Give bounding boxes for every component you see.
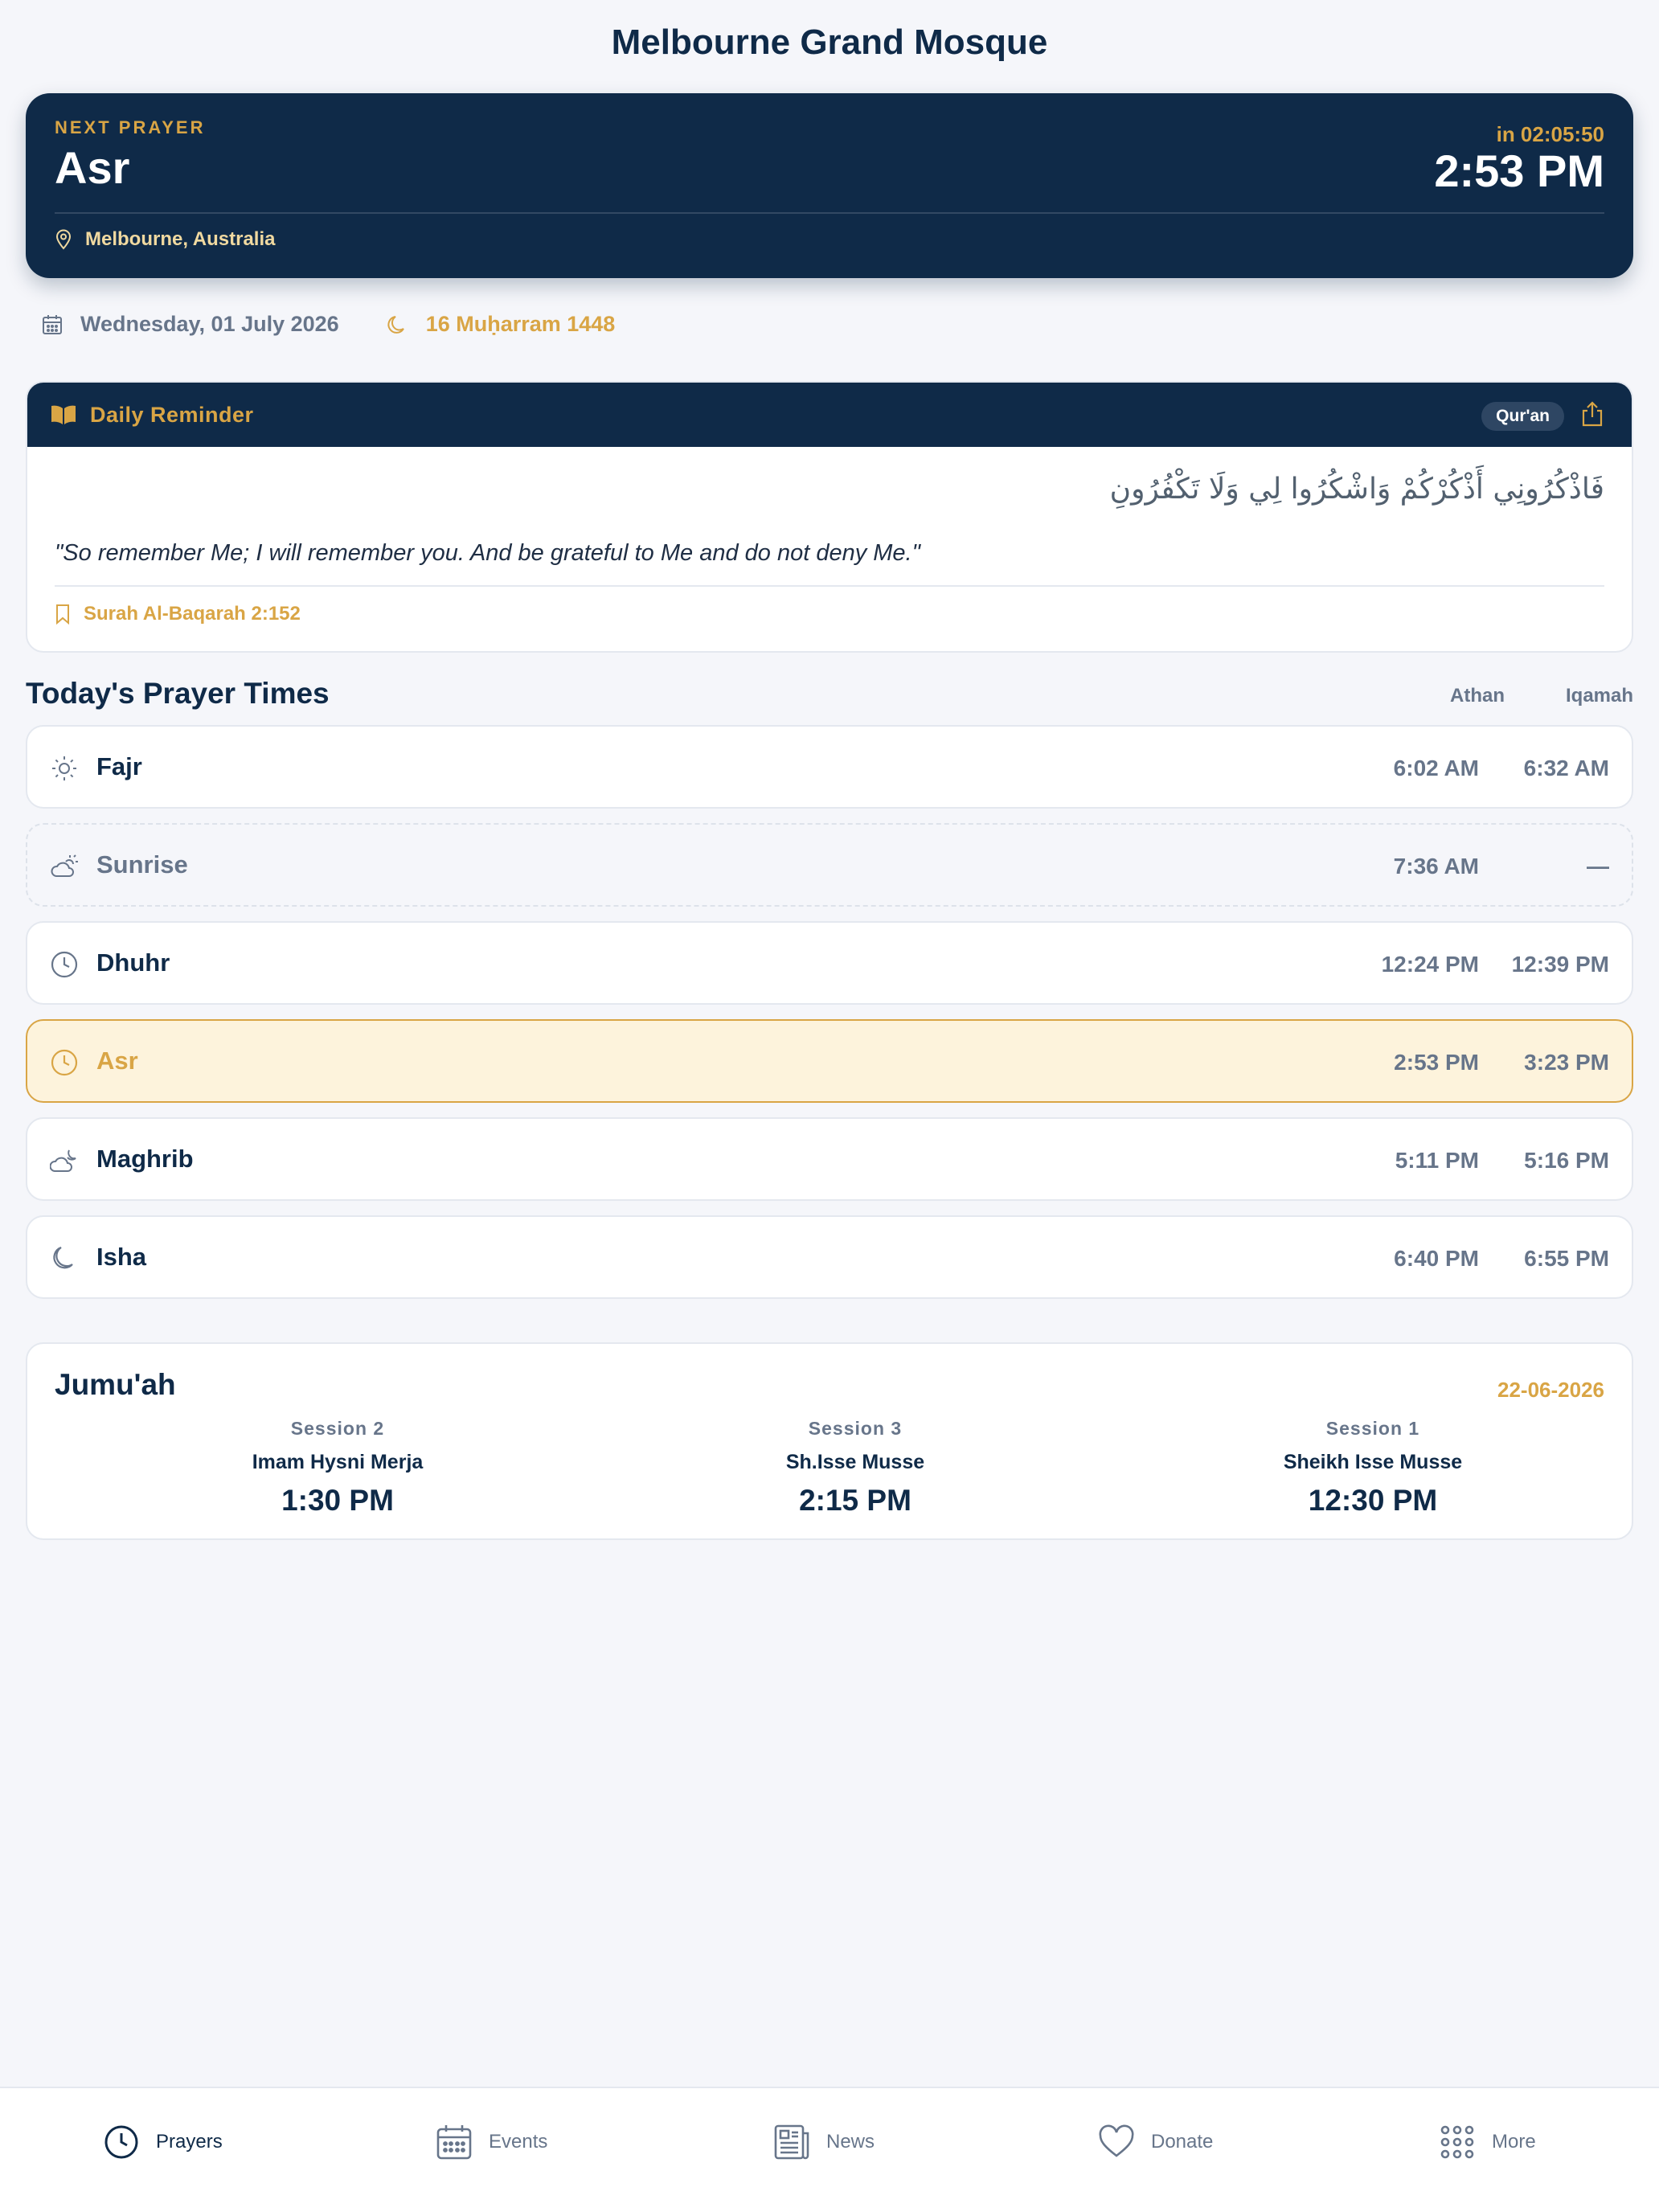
daily-reminder-card: Daily Reminder Qur'an فَاذْكُرُونِي أَذْ…	[26, 381, 1633, 653]
heart-icon	[1099, 2124, 1134, 2157]
prayer-name: Dhuhr	[96, 948, 170, 977]
next-prayer-time: 2:53 PM	[1434, 145, 1604, 196]
next-prayer-label: NEXT PRAYER	[55, 117, 206, 137]
prayer-name: Sunrise	[96, 850, 188, 879]
iqamah-column-header: Iqamah	[1566, 685, 1634, 707]
calendar-icon	[436, 2125, 472, 2160]
open-book-icon	[51, 405, 76, 424]
athan-time: 7:36 AM	[1393, 854, 1479, 879]
tab-news[interactable]: News	[773, 2124, 875, 2161]
jumuah-date: 22-06-2026	[1497, 1378, 1604, 1402]
reminder-header: Daily Reminder Qur'an	[27, 383, 1632, 447]
session-imam: Imam Hysni Merja	[252, 1451, 424, 1473]
mosque-title: Melbourne Grand Mosque	[611, 23, 1048, 62]
tab-label: Donate	[1151, 2131, 1214, 2153]
jumuah-session: Session 2 Imam Hysni Merja 1:30 PM	[137, 1418, 539, 1518]
iqamah-time: 6:32 AM	[1523, 756, 1609, 780]
tab-label: Events	[489, 2131, 548, 2153]
moon-icon	[387, 315, 404, 334]
iqamah-time: 3:23 PM	[1524, 1050, 1609, 1075]
reminder-arabic-text: فَاذْكُرُونِي أَذْكُرْكُمْ وَاشْكُرُوا ل…	[1109, 473, 1604, 506]
tab-events[interactable]: Events	[436, 2124, 547, 2161]
bottom-tab-bar: Prayers Events News Donate More	[0, 2087, 1659, 2212]
tab-donate[interactable]: Donate	[1098, 2124, 1213, 2161]
cloud-moon-icon	[50, 1149, 76, 1172]
prayer-name: Fajr	[96, 752, 142, 780]
session-time: 2:15 PM	[799, 1484, 911, 1517]
prayer-row-fajr[interactable]: Fajr 6:02 AM 6:32 AM	[26, 725, 1633, 809]
iqamah-time: 12:39 PM	[1511, 952, 1609, 977]
session-time: 12:30 PM	[1308, 1484, 1438, 1517]
tab-prayers[interactable]: Prayers	[103, 2124, 223, 2161]
session-time: 1:30 PM	[281, 1484, 394, 1517]
athan-time: 12:24 PM	[1381, 952, 1479, 977]
gregorian-date: Wednesday, 01 July 2026	[42, 312, 339, 337]
reminder-reference-text: Surah Al-Baqarah 2:152	[84, 603, 301, 625]
date-row: Wednesday, 01 July 2026 16 Muḥarram 1448	[42, 312, 615, 337]
next-prayer-card[interactable]: NEXT PRAYER Asr in 02:05:50 2:53 PM Melb…	[26, 93, 1633, 278]
next-prayer-name: Asr	[55, 142, 130, 193]
athan-time: 2:53 PM	[1394, 1050, 1479, 1075]
tab-label: Prayers	[156, 2131, 223, 2153]
tab-label: More	[1492, 2131, 1536, 2153]
calendar-icon	[43, 314, 62, 334]
hijri-date: 16 Muḥarram 1448	[386, 312, 616, 337]
clock-icon	[51, 1049, 78, 1076]
clock-icon	[104, 2125, 138, 2159]
location-pin-icon	[55, 229, 72, 250]
tab-label: News	[826, 2131, 875, 2153]
newspaper-icon	[774, 2124, 809, 2160]
sunrise-cloud-icon	[51, 854, 78, 877]
app-screen: Melbourne Grand Mosque NEXT PRAYER Asr i…	[0, 0, 1659, 2212]
divider	[55, 585, 1604, 587]
session-imam: Sh.Isse Musse	[785, 1451, 925, 1473]
jumuah-session: Session 3 Sh.Isse Musse 2:15 PM	[654, 1418, 1056, 1518]
jumuah-session: Session 1 Sheikh Isse Musse 12:30 PM	[1172, 1418, 1574, 1518]
iqamah-time: —	[1587, 854, 1609, 879]
reminder-category-badge: Qur'an	[1481, 402, 1564, 431]
next-prayer-countdown: in 02:05:50	[1496, 122, 1604, 146]
grid-icon	[1440, 2125, 1474, 2159]
jumuah-card: Jumu'ah 22-06-2026 Session 2 Imam Hysni …	[26, 1342, 1633, 1540]
divider	[55, 212, 1604, 214]
athan-time: 5:11 PM	[1395, 1148, 1479, 1173]
location-row: Melbourne, Australia	[55, 228, 275, 251]
prayer-row-asr[interactable]: Asr 2:53 PM 3:23 PM	[26, 1019, 1633, 1103]
share-icon[interactable]	[1580, 400, 1604, 428]
jumuah-title: Jumu'ah	[55, 1368, 176, 1401]
prayer-name: Isha	[96, 1243, 147, 1271]
session-label: Session 1	[1325, 1418, 1420, 1439]
prayer-row-dhuhr[interactable]: Dhuhr 12:24 PM 12:39 PM	[26, 921, 1633, 1005]
moon-icon	[53, 1246, 73, 1269]
tab-more[interactable]: More	[1439, 2124, 1536, 2161]
gregorian-date-text: Wednesday, 01 July 2026	[80, 312, 339, 336]
reminder-translation: "So remember Me; I will remember you. An…	[55, 540, 920, 566]
location-text: Melbourne, Australia	[85, 228, 276, 250]
clock-icon	[51, 951, 78, 978]
prayer-row-isha[interactable]: Isha 6:40 PM 6:55 PM	[26, 1215, 1633, 1299]
prayer-row-maghrib[interactable]: Maghrib 5:11 PM 5:16 PM	[26, 1117, 1633, 1201]
iqamah-time: 5:16 PM	[1524, 1148, 1609, 1173]
iqamah-time: 6:55 PM	[1524, 1246, 1609, 1271]
prayer-row-sunrise[interactable]: Sunrise 7:36 AM —	[26, 823, 1633, 907]
bookmark-icon	[56, 604, 69, 625]
athan-time: 6:02 AM	[1393, 756, 1479, 780]
hijri-date-text: 16 Muḥarram 1448	[425, 312, 616, 336]
athan-column-header: Athan	[1450, 685, 1505, 707]
session-label: Session 2	[290, 1418, 385, 1439]
prayer-name: Maghrib	[96, 1145, 194, 1173]
prayer-name: Asr	[96, 1047, 138, 1075]
sun-icon	[52, 756, 76, 780]
session-label: Session 3	[808, 1418, 903, 1439]
session-imam: Sheikh Isse Musse	[1283, 1451, 1463, 1473]
reminder-reference[interactable]: Surah Al-Baqarah 2:152	[55, 603, 301, 625]
prayer-times-title: Today's Prayer Times	[26, 677, 330, 710]
athan-time: 6:40 PM	[1394, 1246, 1479, 1271]
reminder-title: Daily Reminder	[90, 402, 254, 427]
